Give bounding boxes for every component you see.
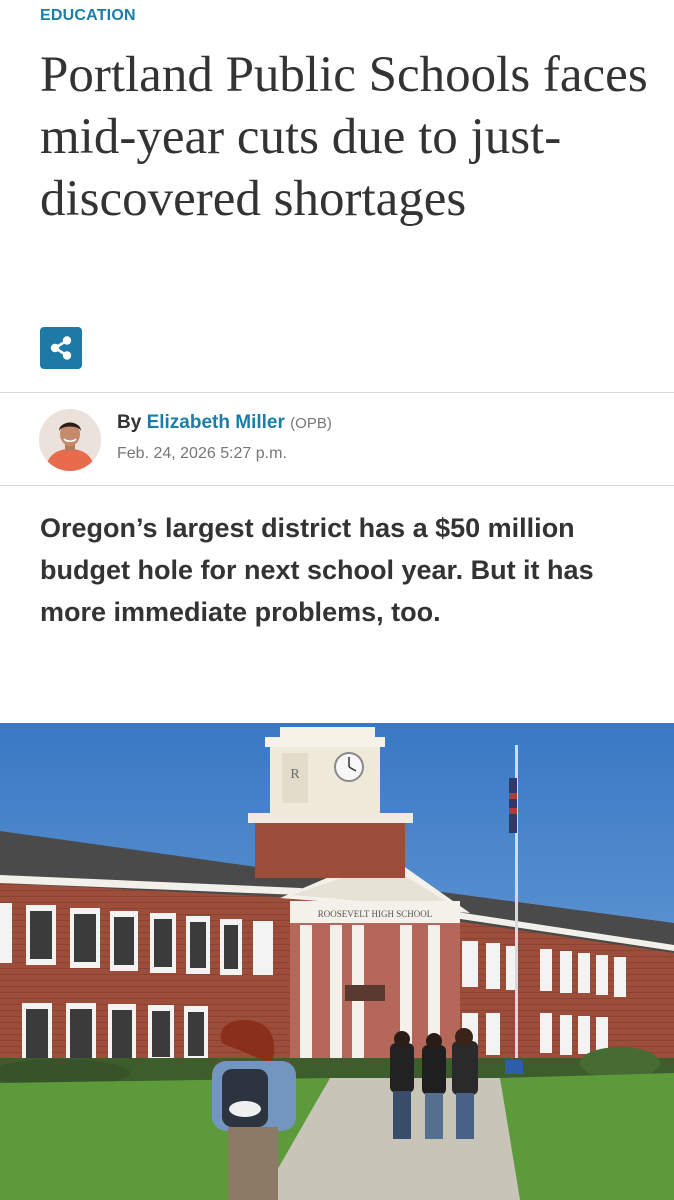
article-page: EDUCATION Portland Public Schools faces … xyxy=(0,0,674,1200)
author-avatar[interactable] xyxy=(39,409,101,471)
by-prefix: By xyxy=(117,412,142,433)
article-dek: Oregon’s largest district has a $50 mill… xyxy=(40,513,594,627)
publish-date: Feb. 24, 2026 5:27 p.m. xyxy=(117,445,287,462)
byline-line: By Elizabeth Miller (OPB) xyxy=(117,412,332,434)
share-icon xyxy=(50,336,72,360)
lead-photo[interactable]: ROOSEVELT HIGH SCHOOL R xyxy=(0,723,674,1200)
author-link[interactable]: Elizabeth Miller xyxy=(147,412,285,433)
author-org: (OPB) xyxy=(290,415,332,432)
category-link[interactable]: EDUCATION xyxy=(40,7,136,25)
tower-letter: R xyxy=(290,767,300,782)
divider-bottom xyxy=(0,485,674,486)
byline: By Elizabeth Miller (OPB) Feb. 24, 2026 … xyxy=(0,393,674,485)
school-sign: ROOSEVELT HIGH SCHOOL xyxy=(318,909,433,919)
headline: Portland Public Schools faces mid-year c… xyxy=(40,47,648,227)
share-button[interactable] xyxy=(40,327,82,369)
